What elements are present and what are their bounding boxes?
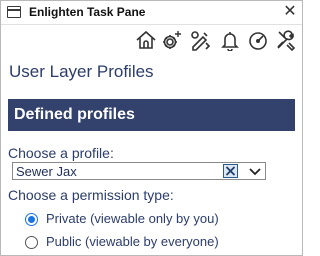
profile-input[interactable]	[16, 163, 216, 179]
home-icon[interactable]	[135, 29, 157, 51]
gauge-icon[interactable]	[247, 29, 269, 51]
window-title: Enlighten Task Pane	[29, 5, 146, 19]
section-title: Defined profiles	[14, 106, 135, 123]
bell-icon[interactable]	[219, 29, 241, 51]
edit-tools-icon[interactable]	[189, 29, 211, 51]
task-pane: Enlighten Task Pane ✕ User Layer Profile…	[0, 0, 303, 256]
section-banner: Defined profiles	[8, 99, 295, 131]
page-title: User Layer Profiles	[9, 62, 154, 81]
toolbar	[1, 29, 302, 55]
window-icon	[7, 6, 21, 18]
tools-icon[interactable]	[275, 29, 297, 51]
radio-public-indicator[interactable]	[25, 236, 38, 249]
radio-private[interactable]: Private (viewable only by you)	[25, 210, 265, 228]
permission-label: Choose a permission type:	[8, 187, 174, 203]
settings-sparkle-icon[interactable]	[161, 29, 183, 51]
radio-private-indicator[interactable]	[25, 213, 38, 226]
radio-public-label: Public (viewable by everyone)	[46, 234, 219, 249]
profile-combobox[interactable]	[12, 162, 266, 180]
close-button[interactable]: ✕	[281, 2, 299, 22]
profile-label: Choose a profile:	[8, 145, 114, 161]
radio-public[interactable]: Public (viewable by everyone)	[25, 233, 265, 251]
chevron-down-icon[interactable]	[245, 163, 265, 179]
title-bar: Enlighten Task Pane ✕	[1, 1, 302, 25]
radio-private-label: Private (viewable only by you)	[46, 211, 219, 226]
clear-icon[interactable]	[223, 164, 238, 178]
